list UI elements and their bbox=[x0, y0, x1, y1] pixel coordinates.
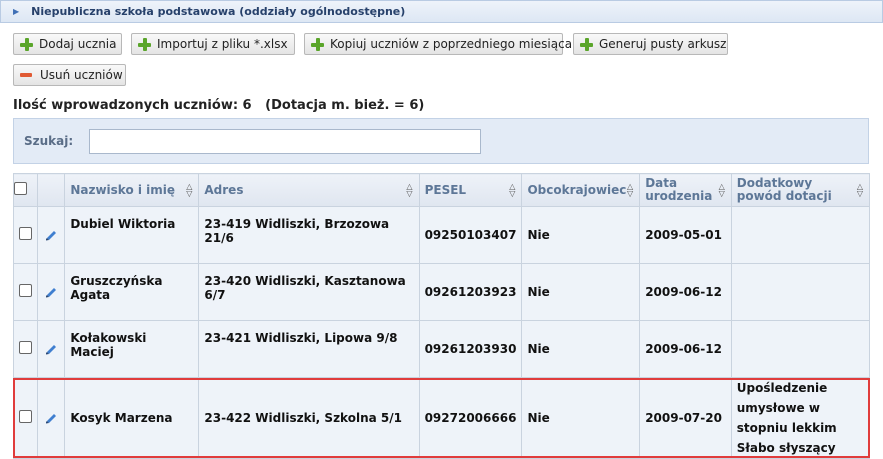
students-table: Nazwisko i imię △ ▽ Adres △ ▽ PESEL △ ▽ Obc… bbox=[13, 173, 871, 459]
row-checkbox[interactable] bbox=[18, 341, 32, 354]
column-header-label: PESEL bbox=[424, 183, 467, 197]
minus-icon bbox=[20, 73, 32, 77]
row-reason bbox=[730, 206, 871, 264]
row-select-cell bbox=[13, 206, 38, 264]
column-header-foreigner[interactable]: Obcokrajowiec △ ▽ bbox=[521, 173, 641, 207]
column-header-label: Dodatkowy powód dotacji bbox=[736, 176, 832, 203]
select-all-checkbox[interactable] bbox=[14, 182, 27, 195]
import-xlsx-button[interactable]: Importuj z pliku *.xlsx bbox=[131, 33, 295, 55]
row-pesel: 09261203923 bbox=[418, 263, 523, 321]
row-reason bbox=[730, 263, 871, 321]
sort-icon: △ ▽ bbox=[627, 182, 634, 198]
pencil-icon[interactable] bbox=[44, 410, 58, 424]
column-header-pesel[interactable]: PESEL △ ▽ bbox=[418, 173, 523, 207]
row-birth-date: 2009-06-12 bbox=[639, 320, 732, 378]
students-count: Ilość wprowadzonych uczniów: 6 (Dotacja … bbox=[13, 98, 425, 113]
section-header[interactable]: ▶ Niepubliczna szkoła podstawowa (oddzia… bbox=[0, 0, 883, 23]
column-header-reason[interactable]: Dodatkowy powód dotacji △ ▽ bbox=[730, 173, 871, 207]
plus-icon bbox=[138, 37, 151, 51]
sort-icon: △ ▽ bbox=[406, 182, 413, 198]
remove-students-button[interactable]: Usuń uczniów bbox=[13, 64, 126, 86]
copy-students-button[interactable]: Kopiuj uczniów z poprzedniego miesiąca bbox=[304, 33, 572, 55]
row-edit-cell bbox=[36, 263, 66, 321]
row-address: 23-420 Widliszki, Kasztanowa 6/7 bbox=[198, 263, 420, 321]
column-header-birth-date[interactable]: Data urodzenia △ ▽ bbox=[639, 173, 732, 207]
row-foreigner: Nie bbox=[521, 206, 641, 264]
row-pesel: 09272006666 bbox=[418, 377, 523, 459]
row-edit-cell bbox=[36, 206, 66, 264]
row-foreigner: Nie bbox=[521, 263, 641, 321]
row-foreigner: Nie bbox=[521, 320, 641, 378]
import-xlsx-label: Importuj z pliku *.xlsx bbox=[157, 37, 288, 51]
row-select-cell bbox=[13, 263, 38, 321]
row-select-cell bbox=[13, 377, 38, 459]
sort-icon: △ ▽ bbox=[718, 182, 725, 198]
column-header-label: Data urodzenia bbox=[645, 176, 713, 203]
plus-icon bbox=[311, 37, 324, 51]
add-student-button[interactable]: Dodaj ucznia bbox=[13, 33, 122, 55]
row-checkbox[interactable] bbox=[18, 284, 32, 297]
table-row[interactable]: Kosyk Marzena 23-422 Widliszki, Szkolna … bbox=[13, 377, 871, 459]
row-edit-cell bbox=[36, 377, 66, 459]
column-header-label: Nazwisko i imię bbox=[70, 183, 176, 197]
pencil-icon[interactable] bbox=[44, 341, 58, 355]
row-foreigner: Nie bbox=[521, 377, 641, 459]
pencil-icon[interactable] bbox=[44, 227, 58, 241]
select-all-cell bbox=[13, 173, 38, 207]
row-edit-cell bbox=[36, 320, 66, 378]
edit-column-header bbox=[36, 173, 66, 207]
table-row[interactable]: Gruszczyńska Agata 23-420 Widliszki, Kas… bbox=[13, 263, 871, 321]
row-select-cell bbox=[13, 320, 38, 378]
table-row[interactable]: Dubiel Wiktoria 23-419 Widliszki, Brzozo… bbox=[13, 206, 871, 264]
column-header-label: Obcokrajowiec bbox=[527, 183, 627, 197]
row-birth-date: 2009-05-01 bbox=[639, 206, 732, 264]
row-checkbox[interactable] bbox=[18, 410, 32, 423]
row-pesel: 09261203930 bbox=[418, 320, 523, 378]
plus-icon bbox=[580, 37, 593, 51]
row-reason bbox=[730, 320, 871, 378]
plus-icon bbox=[20, 37, 33, 51]
row-name: Gruszczyńska Agata bbox=[64, 263, 200, 321]
table-header-row: Nazwisko i imię △ ▽ Adres △ ▽ PESEL △ ▽ Obc… bbox=[13, 173, 871, 207]
sort-icon: △ ▽ bbox=[509, 182, 516, 198]
row-address: 23-421 Widliszki, Lipowa 9/8 bbox=[198, 320, 420, 378]
column-header-address[interactable]: Adres △ ▽ bbox=[198, 173, 420, 207]
section-title: Niepubliczna szkoła podstawowa (oddziały… bbox=[31, 5, 406, 18]
row-address: 23-419 Widliszki, Brzozowa 21/6 bbox=[198, 206, 420, 264]
column-header-name[interactable]: Nazwisko i imię △ ▽ bbox=[64, 173, 200, 207]
table-row[interactable]: Kołakowski Maciej 23-421 Widliszki, Lipo… bbox=[13, 320, 871, 378]
generate-sheet-button[interactable]: Generuj pusty arkusz bbox=[573, 33, 728, 55]
expand-triangle-icon[interactable]: ▶ bbox=[13, 7, 19, 16]
pencil-icon[interactable] bbox=[44, 284, 58, 298]
row-pesel: 09250103407 bbox=[418, 206, 523, 264]
row-checkbox[interactable] bbox=[18, 227, 32, 240]
row-birth-date: 2009-07-20 bbox=[639, 377, 732, 459]
sort-icon: △ ▽ bbox=[856, 182, 863, 198]
remove-students-label: Usuń uczniów bbox=[40, 68, 123, 82]
search-panel: Szukaj: bbox=[13, 118, 869, 164]
add-student-label: Dodaj ucznia bbox=[39, 37, 117, 51]
row-reason: Upośledzenie umysłowe w stopniu lekkim S… bbox=[730, 377, 871, 459]
search-input[interactable] bbox=[89, 129, 481, 154]
row-name: Dubiel Wiktoria bbox=[64, 206, 200, 264]
search-label: Szukaj: bbox=[24, 134, 74, 148]
row-address: 23-422 Widliszki, Szkolna 5/1 bbox=[198, 377, 420, 459]
column-header-label: Adres bbox=[204, 183, 244, 197]
row-name: Kosyk Marzena bbox=[64, 377, 200, 459]
generate-sheet-label: Generuj pusty arkusz bbox=[599, 37, 727, 51]
row-birth-date: 2009-06-12 bbox=[639, 263, 732, 321]
copy-students-label: Kopiuj uczniów z poprzedniego miesiąca bbox=[330, 37, 573, 51]
sort-icon: △ ▽ bbox=[186, 182, 193, 198]
row-name: Kołakowski Maciej bbox=[64, 320, 200, 378]
